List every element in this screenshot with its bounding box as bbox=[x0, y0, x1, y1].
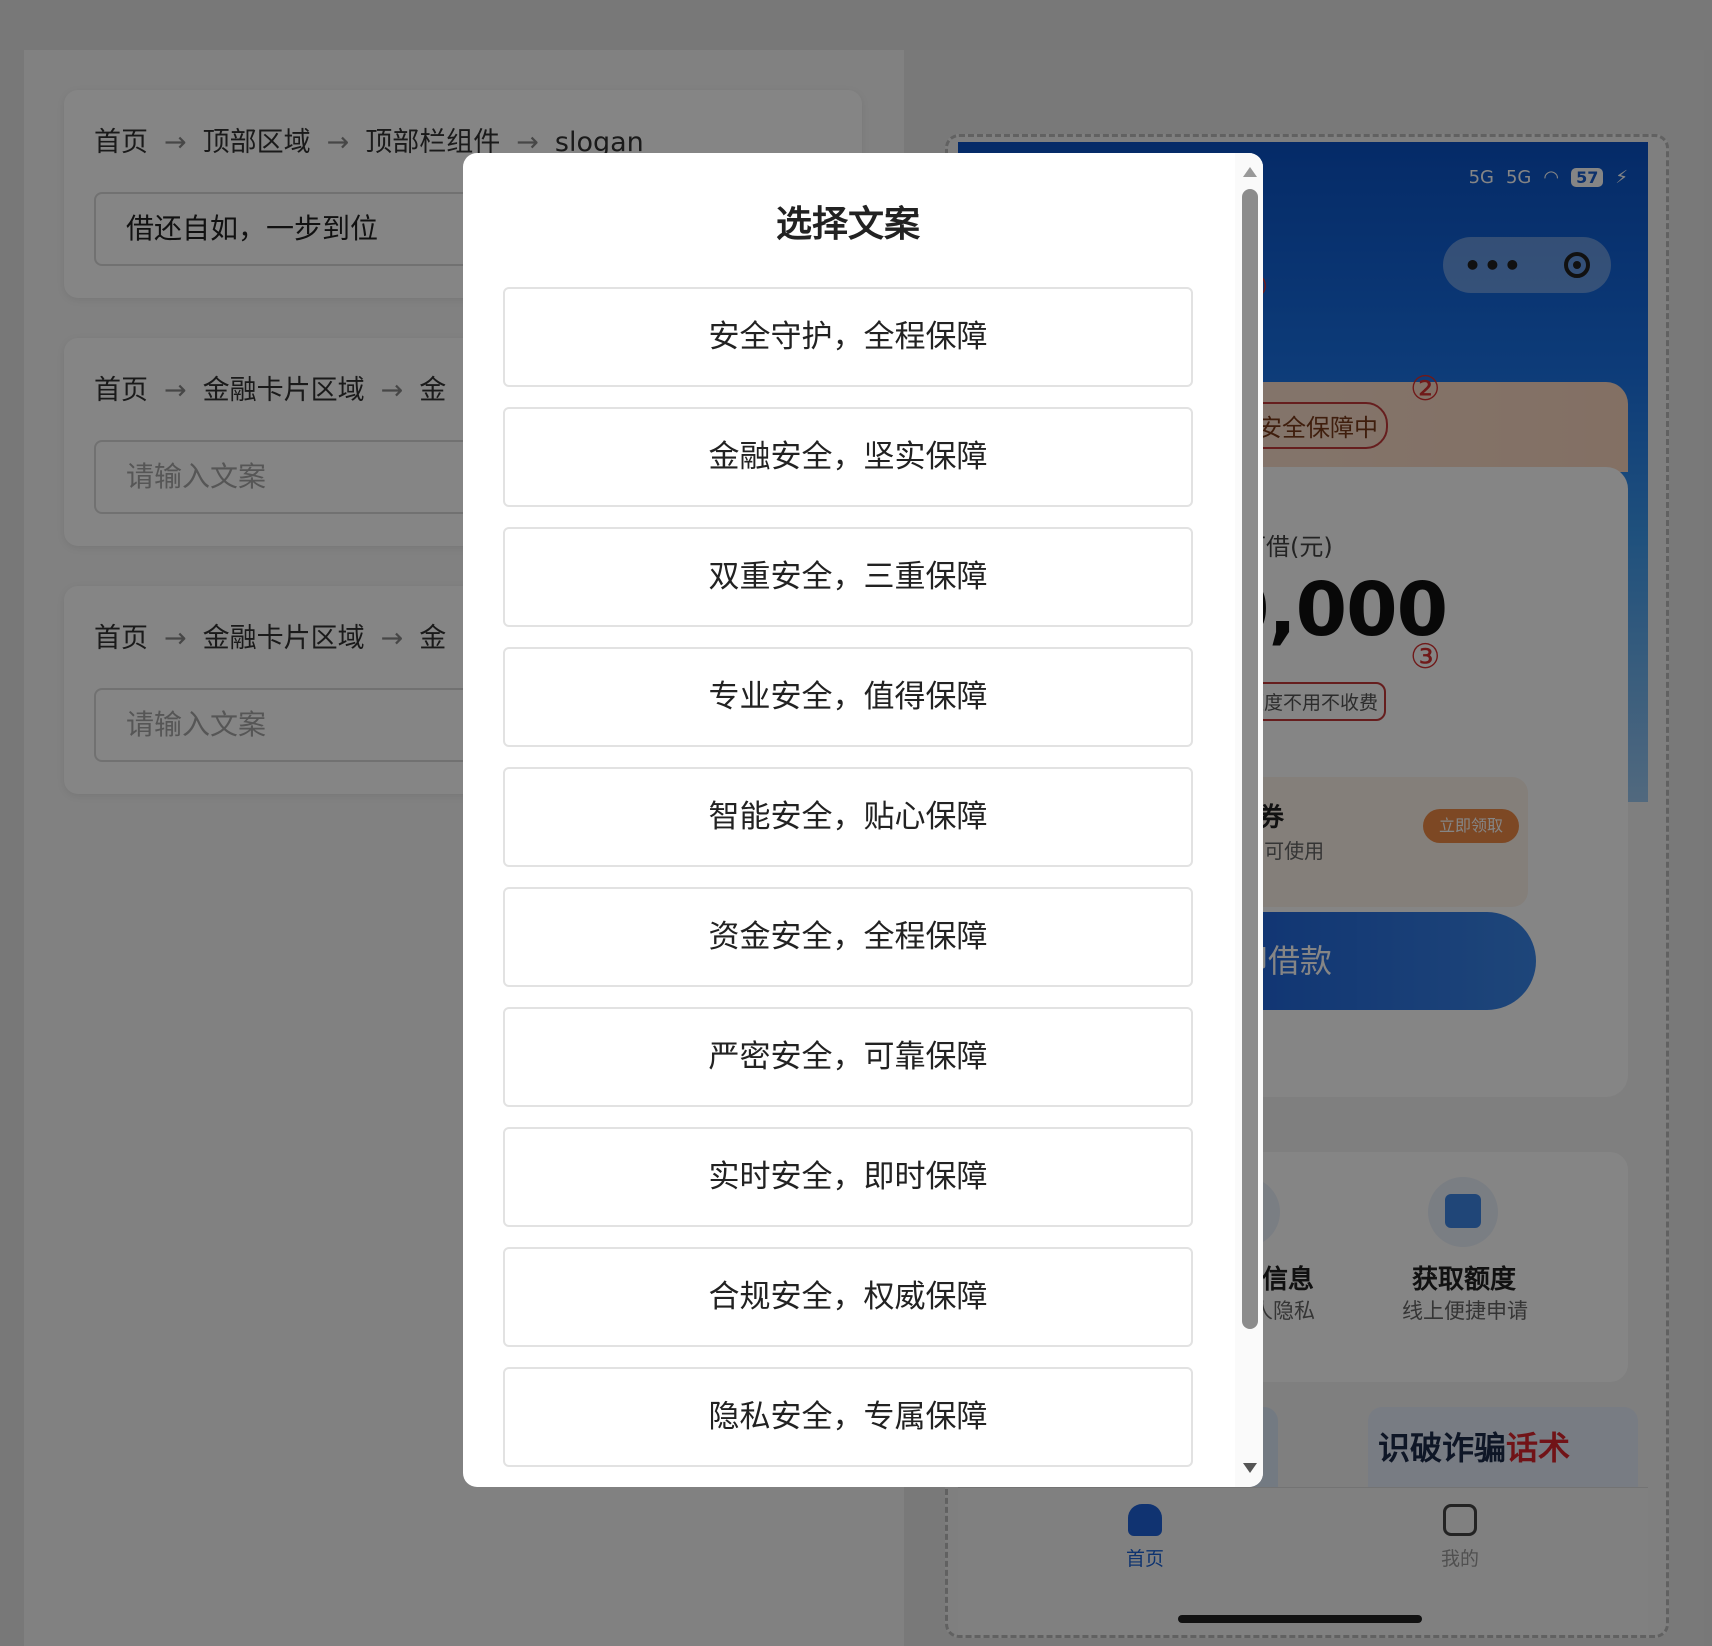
copy-option[interactable]: 隐私安全，专属保障 bbox=[503, 1367, 1193, 1467]
copy-option[interactable]: 资金安全，全程保障 bbox=[503, 887, 1193, 987]
scrollbar-thumb[interactable] bbox=[1242, 189, 1258, 1329]
scroll-down-arrow-icon[interactable] bbox=[1243, 1463, 1257, 1473]
copy-option[interactable]: 合规安全，权威保障 bbox=[503, 1247, 1193, 1347]
copy-option-list: 安全守护，全程保障 金融安全，坚实保障 双重安全，三重保障 专业安全，值得保障 … bbox=[503, 287, 1193, 1487]
copy-option[interactable]: 双重安全，三重保障 bbox=[503, 527, 1193, 627]
copy-option[interactable]: 专业安全，值得保障 bbox=[503, 647, 1193, 747]
scroll-up-arrow-icon[interactable] bbox=[1243, 167, 1257, 177]
copy-option[interactable]: 金融安全，坚实保障 bbox=[503, 407, 1193, 507]
copy-option[interactable]: 安全守护，全程保障 bbox=[503, 287, 1193, 387]
copy-option[interactable]: 智能安全，贴心保障 bbox=[503, 767, 1193, 867]
copy-option[interactable]: 实时安全，即时保障 bbox=[503, 1127, 1193, 1227]
copy-option[interactable]: 严密安全，可靠保障 bbox=[503, 1007, 1193, 1107]
dialog-title: 选择文案 bbox=[775, 204, 920, 245]
select-copy-dialog: 选择文案 安全守护，全程保障 金融安全，坚实保障 双重安全，三重保障 专业安全，… bbox=[463, 153, 1263, 1487]
dialog-scrollbar[interactable] bbox=[1235, 153, 1263, 1487]
